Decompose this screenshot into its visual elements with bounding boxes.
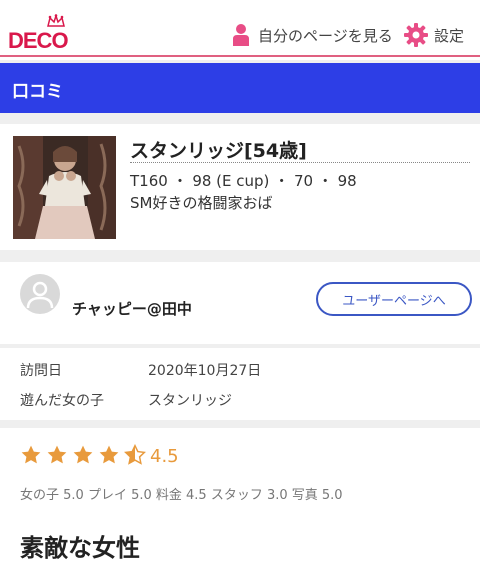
played-girl-value[interactable]: スタンリッジ <box>148 390 232 410</box>
deco-logo[interactable]: DECO <box>8 14 69 54</box>
top-header: DECO 自分のページを見る 設定 <box>0 0 480 60</box>
settings-label: 設定 <box>434 26 465 45</box>
mypage-label: 自分のページを見る <box>258 26 393 45</box>
reviewer-card: チャッピー@田中 ユーザーページへ <box>0 262 480 344</box>
star-full-icon <box>73 445 93 464</box>
page-title: 口コミ <box>12 82 63 102</box>
reviewer-name[interactable]: チャッピー@田中 <box>72 298 192 319</box>
header-divider <box>0 55 480 57</box>
review-title: 素敵な女性 <box>20 534 140 562</box>
avatar[interactable] <box>20 274 60 314</box>
section-divider <box>0 420 480 428</box>
person-icon <box>233 24 249 46</box>
girl-catchphrase: SM好きの格闘家おば <box>130 194 273 212</box>
dotted-divider <box>130 162 470 163</box>
girl-specs: T160 ・ 98 (E cup) ・ 70 ・ 98 <box>130 172 357 190</box>
girl-profile-card[interactable]: スタンリッジ[54歳] T160 ・ 98 (E cup) ・ 70 ・ 98 … <box>0 124 480 250</box>
rating-breakdown: 女の子 5.0 プレイ 5.0 料金 4.5 スタッフ 3.0 写真 5.0 <box>20 488 343 503</box>
visit-date-label: 訪問日 <box>20 363 62 379</box>
star-rating <box>20 444 146 466</box>
visit-date-value: 2020年10月27日 <box>148 363 262 379</box>
star-full-icon <box>47 445 67 464</box>
page-title-bar: 口コミ <box>0 63 480 113</box>
rating-score: 4.5 <box>150 446 179 467</box>
settings-link[interactable]: 設定 <box>404 22 464 48</box>
gear-icon <box>404 23 428 47</box>
crown-icon <box>47 14 65 27</box>
girl-photo[interactable] <box>13 136 116 239</box>
review-detail: 訪問日 2020年10月27日 遊んだ女の子 スタンリッジ 4.5 女の子 5.… <box>0 348 480 564</box>
mypage-link[interactable]: 自分のページを見る <box>232 22 393 48</box>
logo-text: DECO <box>8 28 69 53</box>
played-girl-label: 遊んだ女の子 <box>20 393 104 409</box>
girl-name[interactable]: スタンリッジ[54歳] <box>130 136 307 163</box>
star-full-icon <box>21 445 41 464</box>
user-page-button[interactable]: ユーザーページへ <box>316 282 472 316</box>
star-half-icon <box>124 444 146 465</box>
girl-photo-image <box>13 136 116 239</box>
star-full-icon <box>99 445 119 464</box>
default-avatar-icon <box>26 281 54 309</box>
